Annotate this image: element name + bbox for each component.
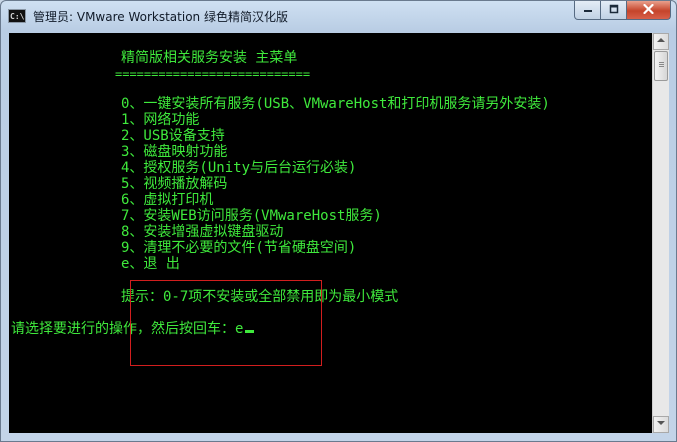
- menu-item-4: 4、授权服务(Unity与后台运行必装): [121, 160, 357, 176]
- menu-item-7: 7、安装WEB访问服务(VMwareHost服务): [121, 208, 382, 224]
- window-controls: [574, 1, 671, 21]
- menu-item-3: 3、磁盘映射功能: [121, 144, 228, 160]
- menu-item-2: 2、USB设备支持: [121, 128, 225, 144]
- chevron-up-icon: [657, 37, 665, 45]
- maximize-icon: [609, 4, 619, 17]
- menu-separator: ===========================: [115, 67, 311, 81]
- scroll-down-button[interactable]: [653, 416, 669, 433]
- menu-item-1: 1、网络功能: [121, 112, 200, 128]
- menu-title: 精简版相关服务安装 主菜单: [121, 50, 298, 66]
- prompt-line[interactable]: 请选择要进行的操作，然后按回车：e: [11, 321, 255, 337]
- cmd-app-icon[interactable]: C:\: [8, 9, 26, 23]
- console-window: C:\ 管理员: VMware Workstation 绿色精简汉化版 精简版相…: [0, 0, 677, 442]
- prompt-text: 请选择要进行的操作，然后按回车：: [11, 321, 235, 337]
- minimize-icon: [583, 4, 593, 17]
- prompt-input-value[interactable]: e: [235, 321, 243, 337]
- chevron-down-icon: [657, 420, 665, 428]
- close-icon: [643, 3, 654, 17]
- menu-item-0: 0、一键安装所有服务(USB、VMwareHost和打印机服务请另外安装): [121, 96, 550, 112]
- vertical-scrollbar[interactable]: [652, 33, 669, 433]
- maximize-button[interactable]: [601, 1, 627, 20]
- text-cursor: [245, 330, 255, 333]
- scroll-thumb[interactable]: [654, 51, 668, 81]
- menu-item-9: 9、清理不必要的文件(节省硬盘空间): [121, 240, 357, 256]
- scroll-up-button[interactable]: [653, 33, 669, 50]
- close-button[interactable]: [627, 1, 671, 20]
- menu-item-6: 6、虚拟打印机: [121, 192, 214, 208]
- title-bar[interactable]: C:\ 管理员: VMware Workstation 绿色精简汉化版: [1, 1, 676, 33]
- minimize-button[interactable]: [574, 1, 601, 20]
- window-title: 管理员: VMware Workstation 绿色精简汉化版: [33, 10, 288, 24]
- menu-item-8: 8、安装增强虚拟键盘驱动: [121, 224, 284, 240]
- menu-item-5: 5、视频播放解码: [121, 176, 228, 192]
- hint-text: 提示：0-7项不安装或全部禁用即为最小模式: [121, 289, 399, 305]
- grip-icon: [659, 62, 664, 63]
- console-output[interactable]: 精简版相关服务安装 主菜单 ==========================…: [9, 33, 652, 433]
- menu-item-exit: e、退 出: [121, 256, 180, 272]
